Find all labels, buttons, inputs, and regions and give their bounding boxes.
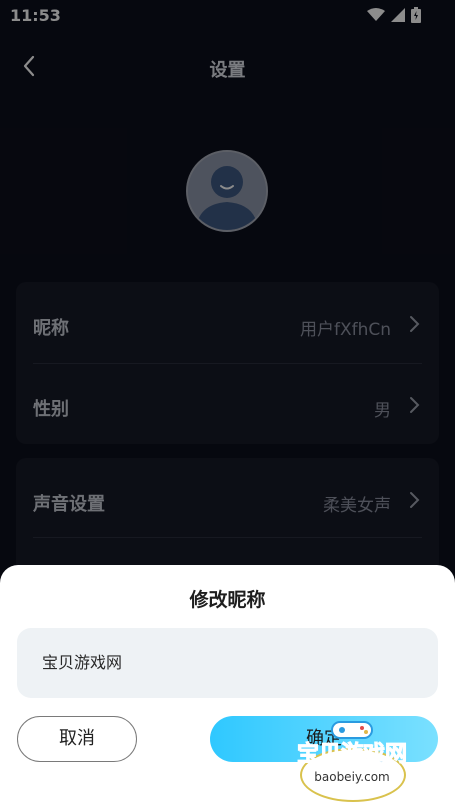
- watermark-logo: 宝贝游戏网 baobeiy.com: [282, 718, 422, 804]
- watermark-text: 宝贝游戏网: [296, 742, 407, 768]
- nickname-input[interactable]: 宝贝游戏网: [17, 628, 438, 698]
- cancel-button[interactable]: 取消: [17, 716, 137, 762]
- watermark-url: baobeiy.com: [314, 770, 390, 784]
- dialog-title: 修改昵称: [189, 589, 266, 611]
